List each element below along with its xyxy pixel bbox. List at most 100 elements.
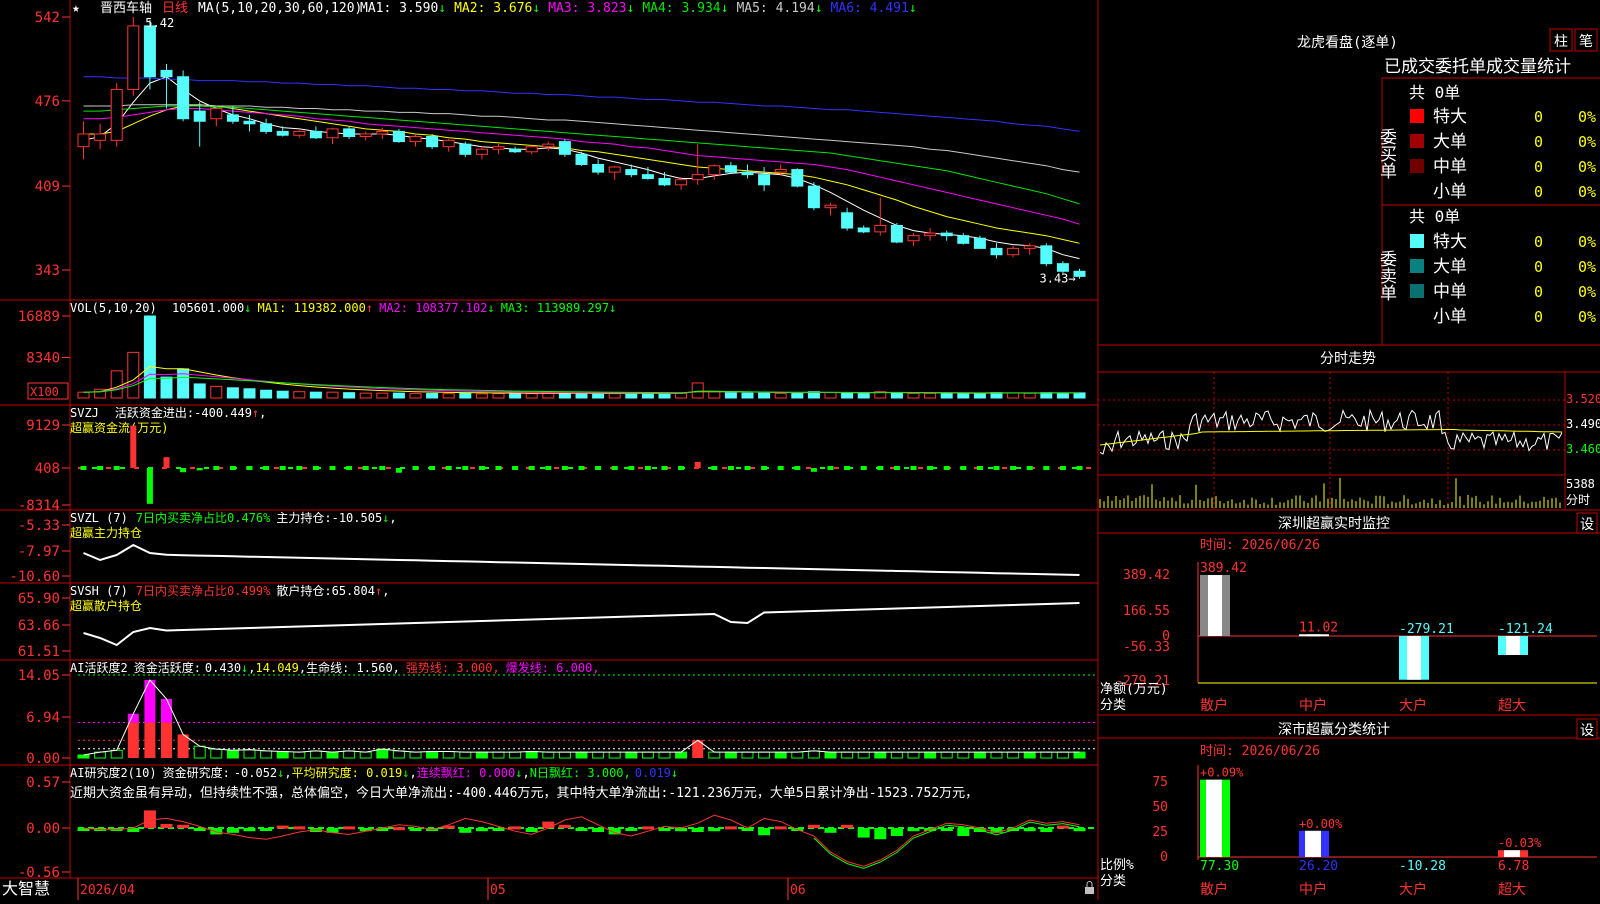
candle-body — [957, 235, 970, 244]
candle-body — [1073, 270, 1086, 277]
sell-row-swatch — [1410, 309, 1424, 323]
classify-x-label: 散户 — [1200, 881, 1228, 898]
lock-icon[interactable] — [1085, 881, 1094, 895]
research-avg-line-red — [83, 814, 1080, 867]
research-bar — [874, 828, 887, 840]
svsh-plot — [83, 602, 1080, 647]
main-header: ★ 晋西车轴 日线 MA(5,10,20,30,60,120) MA1: 3.5… — [72, 0, 917, 16]
sell-row-name: 特大 — [1433, 232, 1467, 252]
fenshi-price-line — [1099, 408, 1563, 455]
candle-body — [874, 225, 887, 233]
vol-bar — [276, 390, 289, 399]
flow-bar — [976, 466, 983, 470]
terminal-canvas: ★ 晋西车轴 日线 MA(5,10,20,30,60,120) MA1: 3.5… — [0, 0, 1600, 900]
research-bar — [658, 828, 671, 831]
candle-body — [990, 247, 1003, 256]
research-bar — [890, 828, 903, 836]
vol-bar — [1056, 392, 1069, 399]
brand-logo: 大智慧 — [2, 879, 50, 898]
vol-bar — [973, 393, 986, 399]
candle-body — [475, 148, 488, 155]
flow-bar — [478, 466, 485, 470]
vol-bar — [260, 389, 273, 399]
research-bar — [459, 828, 472, 833]
flow-bar — [362, 466, 369, 470]
candle-body — [94, 133, 107, 141]
classify-settings-label[interactable]: 设 — [1580, 723, 1594, 739]
y-tick-label: 408 — [35, 461, 60, 477]
activity-bar — [1040, 751, 1053, 759]
classify-bar-highlight — [1206, 779, 1222, 857]
y-tick-label: 63.66 — [18, 618, 60, 634]
flow-bar — [827, 466, 834, 470]
vol-bar — [343, 392, 356, 399]
sell-row-percent: 0% — [1578, 283, 1596, 301]
candle-body — [509, 148, 522, 153]
y-tick-label: 409 — [35, 179, 60, 195]
research-bar — [1056, 825, 1069, 829]
vol-bar — [791, 393, 804, 399]
vol-unit-box: X100 — [27, 382, 69, 400]
classify-bar-top-label: +0.00% — [1299, 817, 1343, 831]
research-bar — [492, 828, 505, 831]
vol-arrow: ↓ — [244, 301, 251, 315]
vol-bar — [708, 391, 721, 399]
monitor-x-label: 散户 — [1200, 697, 1228, 714]
classify-y-tick: 25 — [1152, 825, 1168, 840]
flow-bar — [296, 466, 303, 470]
vol-bar — [924, 392, 937, 399]
y-tick-label: 14.05 — [18, 668, 60, 684]
flow-bar — [395, 468, 402, 473]
monitor-bar-highlight — [1506, 636, 1520, 655]
y-tick-label: 0.57 — [26, 775, 60, 791]
candle-body — [177, 76, 190, 120]
buy-row-value: 0 — [1534, 158, 1543, 176]
research-bar — [193, 828, 206, 831]
star-icon[interactable]: ★ — [72, 1, 80, 16]
flow-bar — [644, 466, 651, 470]
activity-bar — [758, 751, 771, 759]
retail-position-line — [83, 602, 1080, 647]
period-label[interactable]: 日线 — [162, 1, 188, 16]
buy-row-percent: 0% — [1578, 158, 1596, 176]
activity-bar — [658, 751, 671, 759]
candle-body — [890, 225, 903, 243]
flow-bar — [727, 466, 734, 470]
research-bar — [475, 828, 488, 832]
activity-bar — [990, 751, 1003, 759]
classify-bar-value: -10.28 — [1399, 859, 1446, 874]
vol-bar — [1007, 392, 1020, 399]
sell-row-swatch — [1410, 259, 1424, 273]
candle-body — [409, 136, 422, 143]
activity-bar — [110, 749, 123, 759]
bar-mode-label[interactable]: 柱 — [1554, 34, 1568, 50]
vol-bar — [558, 392, 571, 399]
research-bar — [957, 828, 970, 836]
sell-row-name: 大单 — [1433, 257, 1467, 277]
flow-bar — [1076, 466, 1083, 470]
y-tick-label: 476 — [35, 94, 60, 110]
flow-bar — [877, 466, 884, 470]
monitor-settings-label[interactable]: 设 — [1580, 517, 1594, 533]
y-tick-label: 9129 — [26, 418, 60, 434]
vol-bar — [857, 392, 870, 399]
vol-bar — [426, 392, 439, 399]
ma2-arrow: ↓ — [532, 1, 540, 16]
ai-active-plot — [77, 674, 1095, 759]
monitor-panel: 深圳超赢实时监控 设 时间: 2026/06/26 389.42166.550-… — [1100, 512, 1598, 714]
vol-bar — [143, 315, 156, 399]
flow-bar — [1059, 466, 1066, 470]
activity-bar — [675, 751, 688, 759]
vol-bar — [774, 392, 787, 399]
research-bar — [509, 826, 522, 830]
svzl-header: SVZL (7) 7日内买卖净占比0.476% 主力持仓:-10.505↓, 超赢主… — [70, 510, 397, 540]
candle-body — [940, 232, 953, 237]
y-tick-label: 0.00 — [26, 751, 60, 767]
svsh-line1: SVSH (7) 7日内买卖净占比0.499% 散户持仓:65.804↑, — [70, 583, 389, 598]
flow-bar — [246, 466, 253, 470]
tick-mode-label[interactable]: 笔 — [1579, 34, 1593, 50]
flow-bar — [445, 466, 452, 470]
activity-bar — [309, 750, 322, 759]
y-tick-label: -10.60 — [9, 569, 60, 585]
candle-body — [1040, 245, 1053, 265]
